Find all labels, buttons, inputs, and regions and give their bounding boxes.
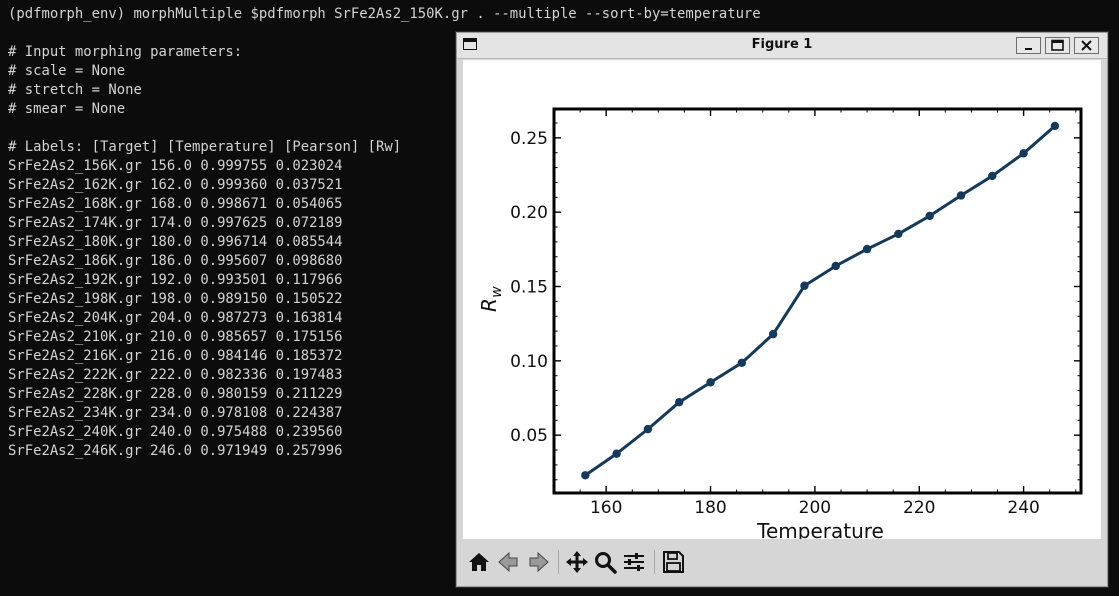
figure-canvas[interactable]: 160 180 200 220 240 0.05 0.10 0.15 0.20 0.25 Tempe… bbox=[463, 60, 1101, 543]
data-point bbox=[581, 471, 590, 480]
toolbar-separator bbox=[558, 550, 559, 574]
data-point bbox=[1050, 121, 1060, 131]
y-tick-label: 0.15 bbox=[510, 278, 548, 298]
data-point bbox=[925, 211, 934, 221]
x-axis-label: Temperature bbox=[756, 519, 884, 539]
terminal-line: # Labels: [Target] [Temperature] [Pearso… bbox=[8, 139, 402, 155]
maximize-icon bbox=[1051, 39, 1064, 51]
save-icon bbox=[663, 551, 684, 573]
y-tick-label: 0.20 bbox=[510, 203, 548, 223]
pan-button[interactable] bbox=[563, 548, 591, 576]
minimize-button[interactable] bbox=[1016, 37, 1041, 54]
rw-series-line bbox=[584, 124, 1056, 477]
terminal-line: SrFe2As2_168K.gr 168.0 0.998671 0.054065 bbox=[8, 196, 343, 212]
data-point bbox=[862, 244, 872, 254]
terminal-line: SrFe2As2_234K.gr 234.0 0.978108 0.224387 bbox=[8, 405, 343, 421]
home-icon bbox=[469, 553, 489, 571]
close-icon bbox=[1081, 40, 1092, 51]
zoom-button[interactable] bbox=[591, 548, 619, 576]
y-axis-label: Rw bbox=[477, 286, 505, 312]
y-tick-label: 0.05 bbox=[510, 426, 548, 446]
data-point bbox=[1019, 149, 1028, 158]
x-tick-label: 220 bbox=[903, 498, 935, 518]
figure-window[interactable]: Figure 1 160 180 200 220 240 0.05 0.10 0.15 0.20… bbox=[456, 32, 1108, 587]
terminal-line: # Input morphing parameters: bbox=[8, 44, 243, 60]
terminal-line: (pdfmorph_env) morphMultiple $pdfmorph S… bbox=[8, 6, 761, 22]
toolbar-separator bbox=[654, 550, 655, 574]
data-point bbox=[894, 229, 903, 239]
terminal-line: SrFe2As2_162K.gr 162.0 0.999360 0.037521 bbox=[8, 177, 343, 193]
back-arrow-icon bbox=[498, 551, 518, 573]
home-button[interactable] bbox=[465, 548, 493, 576]
maximize-button[interactable] bbox=[1045, 37, 1070, 54]
zoom-magnifier-icon bbox=[595, 552, 617, 574]
plot-frame bbox=[552, 107, 1083, 495]
data-point bbox=[988, 171, 997, 181]
terminal-line: # scale = None bbox=[8, 63, 126, 79]
x-tick-label: 160 bbox=[590, 498, 622, 518]
data-point bbox=[675, 397, 684, 407]
terminal-line: # stretch = None bbox=[8, 82, 142, 98]
data-point bbox=[706, 378, 715, 387]
data-point bbox=[768, 329, 778, 339]
terminal-line: SrFe2As2_156K.gr 156.0 0.999755 0.023024 bbox=[8, 158, 343, 174]
terminal-line: SrFe2As2_246K.gr 246.0 0.971949 0.257996 bbox=[8, 443, 343, 459]
y-axis-label-subscript: w bbox=[489, 286, 505, 298]
terminal-line: SrFe2As2_198K.gr 198.0 0.989150 0.150522 bbox=[8, 291, 343, 307]
window-titlebar[interactable]: Figure 1 bbox=[457, 33, 1107, 59]
terminal-line: SrFe2As2_210K.gr 210.0 0.985657 0.175156 bbox=[8, 329, 343, 345]
forward-arrow-icon bbox=[529, 551, 549, 573]
data-point bbox=[737, 358, 747, 367]
forward-button[interactable] bbox=[524, 548, 552, 576]
terminal-line: SrFe2As2_216K.gr 216.0 0.984146 0.185372 bbox=[8, 348, 343, 364]
terminal-line: SrFe2As2_204K.gr 204.0 0.987273 0.163814 bbox=[8, 310, 343, 326]
terminal-line: SrFe2As2_174K.gr 174.0 0.997625 0.072189 bbox=[8, 215, 343, 231]
data-point bbox=[612, 449, 621, 458]
terminal-line: SrFe2As2_180K.gr 180.0 0.996714 0.085544 bbox=[8, 234, 343, 250]
y-tick-label: 0.10 bbox=[510, 352, 548, 372]
data-point bbox=[643, 424, 653, 434]
data-point bbox=[956, 191, 966, 200]
data-point bbox=[800, 281, 809, 290]
x-tick-label: 240 bbox=[1007, 498, 1039, 518]
terminal-line: SrFe2As2_192K.gr 192.0 0.993501 0.117966 bbox=[8, 272, 343, 288]
terminal-line: # smear = None bbox=[8, 101, 126, 117]
navigation-toolbar bbox=[457, 542, 1107, 586]
subplots-config-icon bbox=[624, 553, 644, 571]
terminal-line: SrFe2As2_222K.gr 222.0 0.982336 0.197483 bbox=[8, 367, 343, 383]
x-tick-label: 200 bbox=[799, 498, 831, 518]
terminal-line: SrFe2As2_240K.gr 240.0 0.975488 0.239560 bbox=[8, 424, 343, 440]
terminal-line: SrFe2As2_228K.gr 228.0 0.980159 0.211229 bbox=[8, 386, 343, 402]
back-button[interactable] bbox=[495, 548, 523, 576]
save-button[interactable] bbox=[659, 548, 687, 576]
terminal-line: SrFe2As2_186K.gr 186.0 0.995607 0.098680 bbox=[8, 253, 343, 269]
rw-vs-temperature-chart: 160 180 200 220 240 0.05 0.10 0.15 0.20 0.25 Tempe… bbox=[477, 107, 1083, 543]
y-axis-label-main: R bbox=[477, 298, 501, 312]
close-button[interactable] bbox=[1074, 37, 1099, 54]
data-point bbox=[831, 261, 840, 271]
pan-move-icon bbox=[566, 551, 588, 573]
window-title: Figure 1 bbox=[751, 37, 813, 52]
y-tick-label: 0.25 bbox=[510, 129, 548, 149]
configure-subplots-button[interactable] bbox=[620, 548, 648, 576]
minimize-icon bbox=[1025, 48, 1032, 50]
x-tick-label: 180 bbox=[694, 498, 726, 518]
